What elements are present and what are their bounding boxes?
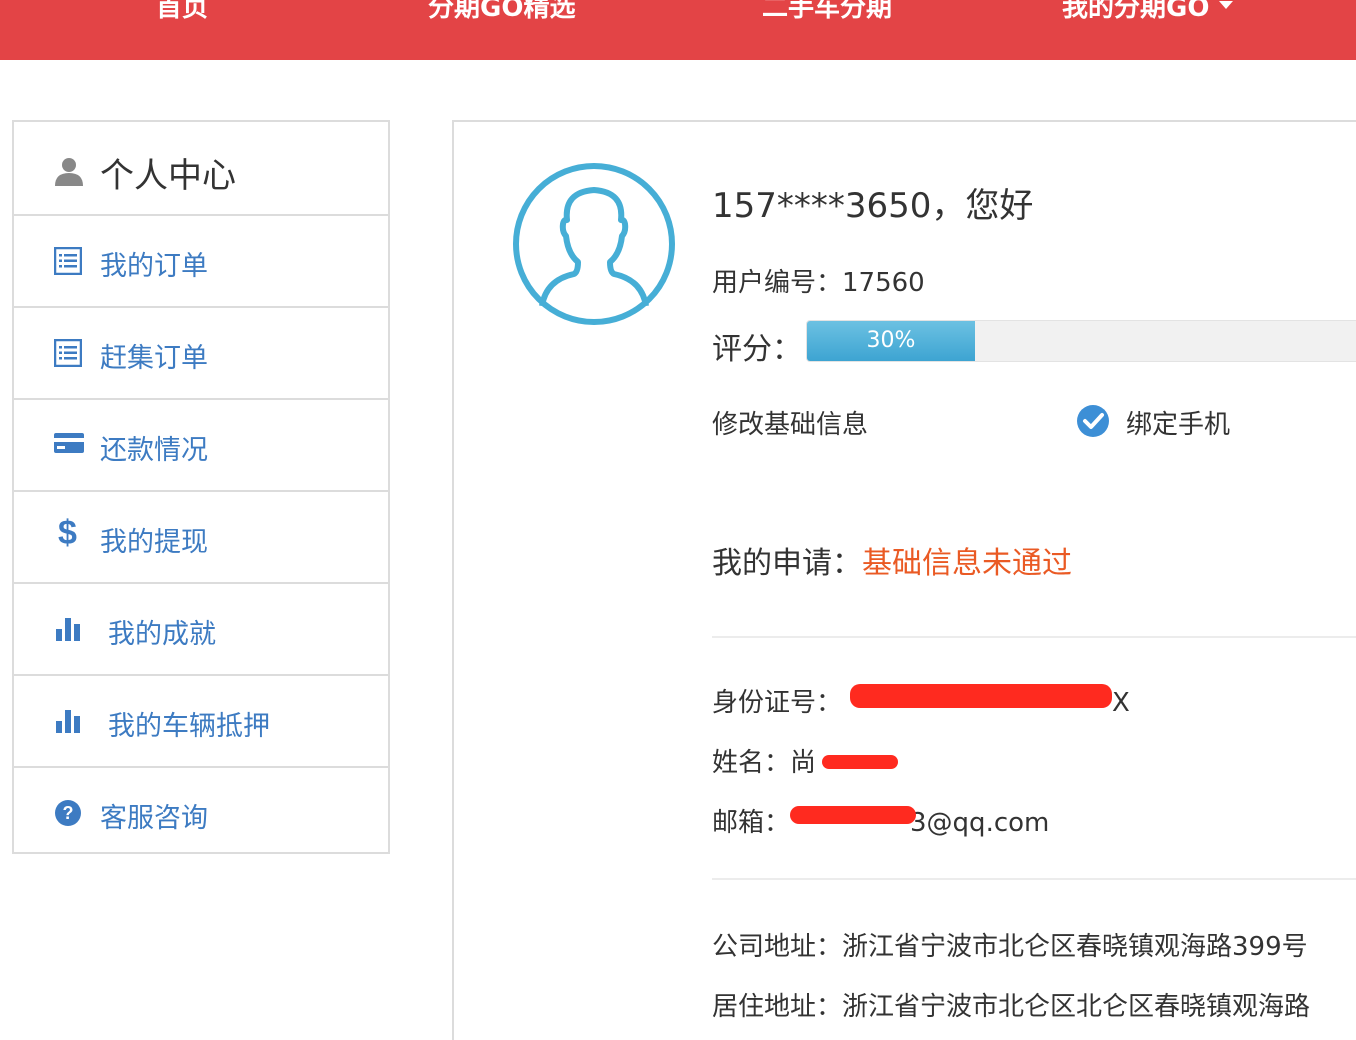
top-nav: 首页 分期GO精选 二手车分期 我的分期GO xyxy=(0,0,1356,60)
sidebar: 个人中心 我的订单 赶集订单 还款情况 $ 我的提现 我的成就 我的车辆抵押 ?… xyxy=(12,120,390,854)
score-label: 评分： xyxy=(712,332,802,367)
sidebar-item-repayment[interactable]: 还款情况 xyxy=(14,400,388,492)
check-icon xyxy=(1076,404,1110,442)
application-label: 我的申请： xyxy=(712,546,862,581)
nav-my-account-label: 我的分期GO xyxy=(1062,0,1210,23)
sidebar-item-label: 我的提现 xyxy=(100,527,208,558)
email-label: 邮箱： xyxy=(712,808,791,838)
user-id-label: 用户编号： xyxy=(712,268,843,298)
sidebar-item-achievements[interactable]: 我的成就 xyxy=(14,584,388,676)
nav-featured[interactable]: 分期GO精选 xyxy=(428,0,575,28)
divider xyxy=(712,636,1356,638)
edit-basic-info-link[interactable]: 修改基础信息 xyxy=(712,404,868,441)
nav-my-account[interactable]: 我的分期GO xyxy=(1062,0,1234,28)
sidebar-header: 个人中心 xyxy=(14,122,388,216)
credit-card-icon xyxy=(54,431,84,461)
user-icon xyxy=(54,156,84,190)
sidebar-item-withdraw[interactable]: $ 我的提现 xyxy=(14,492,388,584)
sidebar-item-my-orders[interactable]: 我的订单 xyxy=(14,216,388,308)
user-id-value: 17560 xyxy=(842,268,925,298)
score-progress-fill: 30% xyxy=(807,321,975,361)
score-progress-bar: 30% xyxy=(806,320,1356,362)
email-visible: 3@qq.com xyxy=(910,808,1050,838)
question-icon: ? xyxy=(54,799,84,829)
name-row: 姓名：尚 xyxy=(712,742,816,779)
sidebar-item-vehicle-mortgage[interactable]: 我的车辆抵押 xyxy=(14,676,388,768)
home-address-value: 浙江省宁波市北仑区北仑区春晓镇观海路 xyxy=(842,992,1311,1022)
nav-home-label: 首页 xyxy=(156,0,209,23)
company-address-value: 浙江省宁波市北仑区春晓镇观海路399号 xyxy=(842,932,1308,962)
bar-chart-icon xyxy=(54,615,84,645)
svg-text:?: ? xyxy=(63,803,74,823)
user-id-row: 用户编号：17560 xyxy=(712,262,925,299)
home-address-row: 居住地址：浙江省宁波市北仑区北仑区春晓镇观海路 xyxy=(712,986,1310,1023)
sidebar-item-customer-service[interactable]: ? 客服咨询 xyxy=(14,768,388,858)
avatar xyxy=(512,162,676,330)
sidebar-item-ganji-orders[interactable]: 赶集订单 xyxy=(14,308,388,400)
company-address-row: 公司地址：浙江省宁波市北仑区春晓镇观海路399号 xyxy=(712,926,1308,963)
sidebar-item-label: 赶集订单 xyxy=(100,343,208,374)
name-redaction xyxy=(822,755,898,769)
dollar-icon: $ xyxy=(58,514,77,552)
list-icon xyxy=(53,246,84,277)
id-number-redaction xyxy=(850,684,1112,708)
chevron-down-icon xyxy=(1219,0,1234,9)
nav-home[interactable]: 首页 xyxy=(156,0,208,28)
email-redaction xyxy=(790,806,916,824)
list-icon xyxy=(53,338,84,369)
sidebar-item-label: 客服咨询 xyxy=(100,803,208,834)
greeting: 157****3650，您好 xyxy=(712,186,1034,226)
application-row: 我的申请：基础信息未通过 xyxy=(712,538,1072,582)
application-status: 基础信息未通过 xyxy=(862,546,1072,581)
home-address-label: 居住地址： xyxy=(712,992,843,1022)
nav-used-car[interactable]: 二手车分期 xyxy=(762,0,892,28)
sidebar-item-label: 我的订单 xyxy=(100,251,208,282)
company-address-label: 公司地址： xyxy=(712,932,843,962)
sidebar-item-label: 我的成就 xyxy=(108,619,216,650)
sidebar-item-label: 我的车辆抵押 xyxy=(108,711,270,742)
id-number-visible: X xyxy=(1112,688,1130,718)
divider xyxy=(712,878,1356,880)
bind-phone-link[interactable]: 绑定手机 xyxy=(1126,404,1230,441)
name-visible: 尚 xyxy=(790,748,817,778)
nav-featured-label: 分期GO精选 xyxy=(428,0,576,23)
id-number-label: 身份证号： xyxy=(712,688,843,718)
sidebar-title: 个人中心 xyxy=(100,156,236,196)
profile-panel: 157****3650，您好 用户编号：17560 评分： 30% 修改基础信息… xyxy=(452,120,1356,1040)
name-label: 姓名： xyxy=(712,748,791,778)
sidebar-item-label: 还款情况 xyxy=(100,435,208,466)
nav-used-car-label: 二手车分期 xyxy=(762,0,893,23)
bar-chart-icon xyxy=(54,707,84,737)
